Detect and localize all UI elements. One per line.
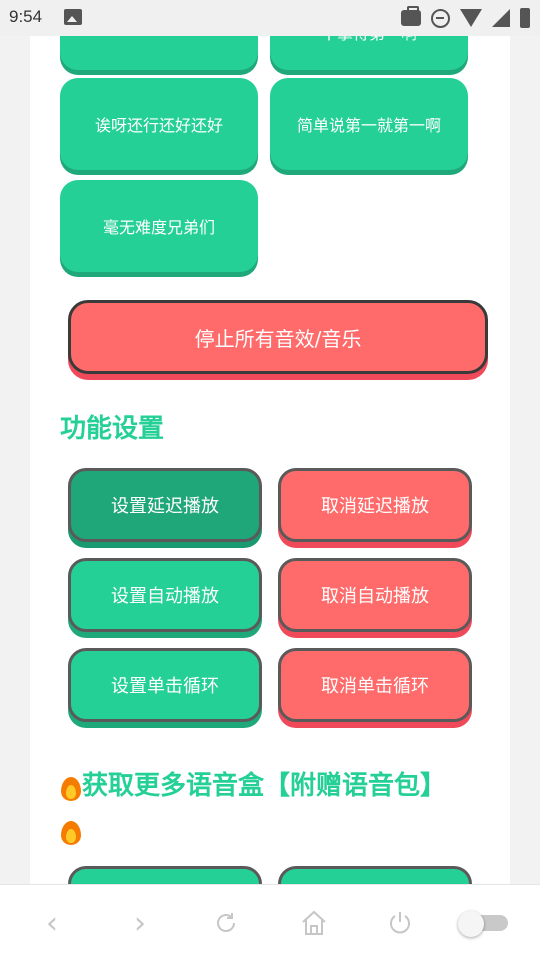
cancel-delay-play-button[interactable]: 取消延迟播放 [278, 468, 472, 542]
set-click-loop-label: 设置单击循环 [111, 676, 219, 697]
power-icon[interactable] [380, 905, 420, 941]
forward-icon[interactable]: › [120, 905, 160, 941]
sound-button[interactable] [60, 36, 258, 70]
cancel-click-loop-button[interactable]: 取消单击循环 [278, 648, 472, 722]
status-bar: 9:54 [0, 0, 540, 36]
set-delay-play-label: 设置延迟播放 [111, 496, 219, 517]
sound-button-label: 简单说第一就第一啊 [296, 116, 441, 135]
battery-icon [520, 8, 530, 28]
do-not-disturb-icon [431, 8, 450, 28]
image-notification-icon [64, 9, 82, 25]
function-settings-title: 功能设置 [60, 414, 165, 444]
cancel-auto-play-button[interactable]: 取消自动播放 [278, 558, 472, 632]
stop-all-audio-button[interactable]: 停止所有音效/音乐 [68, 300, 488, 374]
cancel-delay-play-label: 取消延迟播放 [321, 496, 429, 517]
browser-nav-bar: ‹ › [0, 884, 540, 960]
cell-signal-icon [492, 9, 510, 27]
set-auto-play-label: 设置自动播放 [111, 586, 219, 607]
sound-button[interactable]: 简单说第一就第一啊 [270, 78, 468, 170]
more-link-button[interactable] [278, 866, 472, 884]
main-content: 不掌得第一啊 诶呀还行还好还好 简单说第一就第一啊 毫无难度兄弟们 停止所有音效… [30, 36, 510, 884]
work-profile-icon [401, 6, 421, 26]
wifi-icon [460, 9, 482, 27]
sound-button[interactable]: 诶呀还行还好还好 [60, 78, 258, 170]
sound-button[interactable]: 不掌得第一啊 [270, 36, 468, 70]
set-auto-play-button[interactable]: 设置自动播放 [68, 558, 262, 632]
more-voice-box-title: 获取更多语音盒【附赠语音包】 [60, 764, 480, 852]
toggle-knob [458, 911, 484, 937]
sound-button-label: 不掌得第一啊 [321, 36, 417, 44]
sound-button[interactable]: 毫无难度兄弟们 [60, 180, 258, 272]
set-delay-play-button[interactable]: 设置延迟播放 [68, 468, 262, 542]
more-voice-box-title-text: 获取更多语音盒【附赠语音包】 [82, 771, 447, 801]
stop-all-audio-label: 停止所有音效/音乐 [194, 326, 362, 351]
toggle-switch[interactable] [458, 911, 508, 937]
status-icons [401, 6, 530, 29]
status-time: 9:54 [9, 7, 43, 26]
sound-button-label: 毫无难度兄弟们 [102, 218, 215, 237]
cancel-click-loop-label: 取消单击循环 [321, 676, 429, 697]
fire-icon [60, 773, 82, 801]
sound-button-label: 诶呀还行还好还好 [94, 116, 223, 135]
home-icon[interactable] [294, 905, 334, 941]
refresh-icon[interactable] [206, 905, 246, 941]
cancel-auto-play-label: 取消自动播放 [321, 586, 429, 607]
back-icon[interactable]: ‹ [32, 905, 72, 941]
fire-icon [60, 817, 82, 845]
set-click-loop-button[interactable]: 设置单击循环 [68, 648, 262, 722]
more-link-button[interactable] [68, 866, 262, 884]
